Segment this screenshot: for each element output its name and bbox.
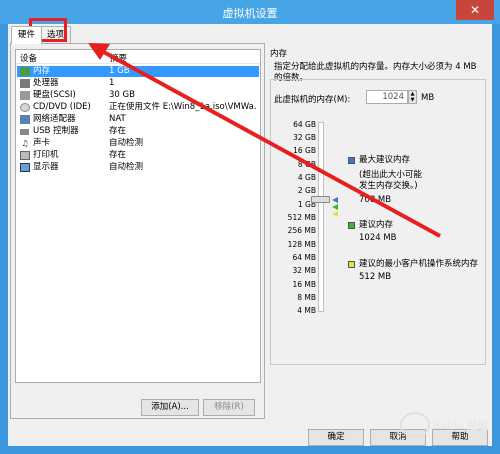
device-summary: 自动检测: [109, 138, 144, 148]
device-name: 声卡: [33, 138, 51, 148]
cpu-icon: [20, 79, 30, 88]
baidu-watermark: Baidu 经验: [395, 403, 491, 443]
device-name: 处理器: [33, 78, 59, 88]
device-name: 硬盘(SCSI): [33, 90, 76, 100]
max-recommended-note-2: 发生内存交换。): [359, 181, 418, 191]
display-icon: [20, 163, 30, 172]
title-bar: 虚拟机设置 ✕: [0, 0, 500, 24]
scale-label: 64 MB: [292, 253, 316, 262]
hardware-row-hard-disk[interactable]: 硬盘(SCSI) 30 GB: [17, 90, 259, 101]
device-name: 内存: [33, 66, 51, 76]
hardware-row-display[interactable]: 显示器 自动检测: [17, 162, 259, 173]
guest-min-legend-swatch: [348, 261, 355, 268]
remove-hardware-button[interactable]: 移除(R): [203, 399, 255, 416]
max-recommended-value: 708 MB: [359, 195, 392, 205]
memory-slider-thumb[interactable]: [311, 196, 330, 203]
device-summary: 正在使用文件 E:\Win8_1a.iso\VMWa...: [109, 102, 257, 112]
hardware-panel: 设备 摘要 内存 1 GB 处理器 1 硬盘(SCSI) 30 GB CD/DV…: [10, 43, 265, 419]
recommended-marker: [332, 204, 338, 210]
add-hardware-button[interactable]: 添加(A)...: [141, 399, 199, 416]
scale-label: 16 MB: [292, 280, 316, 289]
device-summary: 30 GB: [109, 90, 135, 100]
max-recommended-note-1: (超出此大小可能: [359, 170, 422, 180]
memory-slider-track[interactable]: [318, 122, 324, 312]
svg-text:Baidu 经验: Baidu 经验: [433, 418, 490, 432]
network-adapter-icon: [20, 115, 30, 124]
scale-label: 4 GB: [297, 173, 316, 182]
scale-label: 128 MB: [287, 240, 316, 249]
scale-label: 8 GB: [297, 160, 316, 169]
hard-disk-icon: [20, 91, 30, 100]
close-button[interactable]: ✕: [456, 0, 494, 20]
recommended-legend-swatch: [348, 222, 355, 229]
device-summary: 存在: [109, 150, 127, 160]
scale-label: 512 MB: [287, 213, 316, 222]
sound-card-icon: ♫: [21, 139, 29, 148]
device-name: USB 控制器: [33, 126, 79, 136]
hardware-row-processor[interactable]: 处理器 1: [17, 78, 259, 89]
list-header: 设备 摘要: [16, 50, 260, 64]
device-summary: 存在: [109, 126, 127, 136]
device-summary: 自动检测: [109, 162, 144, 172]
scale-label: 8 MB: [297, 293, 316, 302]
scale-label: 16 GB: [293, 146, 316, 155]
memory-group-title: 内存: [270, 49, 288, 59]
device-summary: 1 GB: [109, 66, 130, 76]
hardware-row-memory[interactable]: 内存 1 GB: [17, 66, 259, 77]
printer-icon: [20, 151, 30, 160]
guest-min-title: 建议的最小客户机操作系统内存: [359, 259, 479, 269]
max-recommended-title: 最大建议内存: [359, 155, 411, 165]
cd-dvd-icon: [20, 103, 30, 112]
device-name: 网络适配器: [33, 114, 76, 124]
hardware-row-usb[interactable]: USB 控制器 存在: [17, 126, 259, 137]
window-title: 虚拟机设置: [222, 7, 278, 20]
device-name: CD/DVD (IDE): [33, 102, 91, 112]
hardware-row-cd-dvd[interactable]: CD/DVD (IDE) 正在使用文件 E:\Win8_1a.iso\VMWa.…: [17, 102, 259, 113]
device-name: 打印机: [33, 150, 59, 160]
max-recommended-marker: [332, 197, 338, 203]
dialog-client: 硬件 选项 设备 摘要 内存 1 GB 处理器 1 硬盘(SCSI) 30 GB: [8, 24, 492, 446]
device-summary: 1: [109, 78, 115, 88]
scale-label: 64 GB: [293, 120, 316, 129]
max-recommended-legend-swatch: [348, 157, 355, 164]
hardware-row-sound[interactable]: ♫ 声卡 自动检测: [17, 138, 259, 149]
recommended-title: 建议内存: [359, 220, 394, 230]
column-device[interactable]: 设备: [20, 52, 37, 64]
scale-label: 4 MB: [297, 306, 316, 315]
scale-label: 32 GB: [293, 133, 316, 142]
recommended-value: 1024 MB: [359, 233, 397, 243]
scale-label: 256 MB: [287, 226, 316, 235]
hardware-row-network[interactable]: 网络适配器 NAT: [17, 114, 259, 125]
column-summary[interactable]: 摘要: [110, 52, 127, 64]
guest-min-marker: [332, 211, 338, 217]
guest-min-value: 512 MB: [359, 272, 392, 282]
device-name: 显示器: [33, 162, 59, 172]
device-summary: NAT: [109, 114, 126, 124]
ok-button[interactable]: 确定: [308, 429, 364, 446]
scale-label: 2 GB: [297, 186, 316, 195]
hardware-list[interactable]: 设备 摘要 内存 1 GB 处理器 1 硬盘(SCSI) 30 GB CD/DV…: [15, 49, 261, 383]
usb-icon: [20, 129, 29, 135]
scale-label: 32 MB: [292, 266, 316, 275]
tab-hardware[interactable]: 硬件: [11, 26, 43, 44]
memory-icon: [20, 67, 30, 76]
hardware-row-printer[interactable]: 打印机 存在: [17, 150, 259, 161]
